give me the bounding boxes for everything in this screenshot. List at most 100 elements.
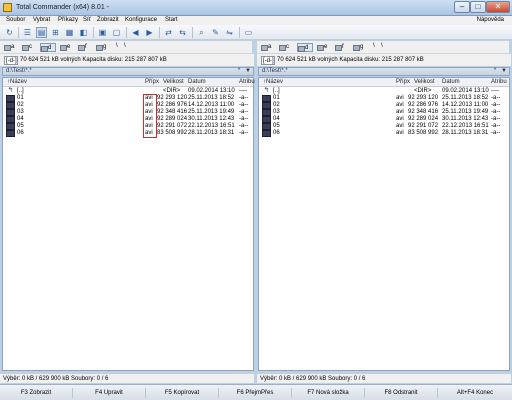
menu-help[interactable]: Nápověda [477,17,504,23]
table-row[interactable]: 03 avi 92 348 416 25.11.2013 19:49 -a-- [259,109,509,116]
root-button-left[interactable]: \ [116,43,118,49]
table-row[interactable]: 01 avi 92 293 120 25.11.2013 18:52 -a-- [259,95,509,102]
function-key-bar: F3 Zobrazit F4 Upravit F5 Kopírovat F6 P… [0,384,512,400]
drive-c-right[interactable]: c [279,43,289,52]
video-file-icon [6,102,15,109]
left-history-star[interactable]: * [235,68,243,74]
back-icon[interactable]: ◀ [130,27,141,38]
col-date[interactable]: Datum [188,79,206,85]
right-path-bar[interactable]: d:\Test\*.* * ▼ [258,67,510,76]
invert-icon[interactable]: ◧ [78,27,89,38]
alt-f4-exit-button[interactable]: Alt+F4 Konec [438,388,512,398]
drive-g-left[interactable]: g [96,43,106,52]
view-tree-icon[interactable]: ⊞ [50,27,61,38]
drive-e-left[interactable]: e [60,43,70,52]
close-button[interactable]: ✕ [486,1,510,13]
menu-prikazy[interactable]: Příkazy [58,17,78,23]
right-history-arrow[interactable]: ▼ [500,68,508,74]
table-row[interactable]: 04 avi 92 289 024 30.11.2013 12:43 -a-- [3,116,253,123]
sync-icon[interactable]: ⇋ [224,27,235,38]
table-row[interactable]: ↰ [..] <DIR> 09.02.2014 13:10 ---- [3,87,253,95]
right-free-space-bar: [-d-] 70 624 521 kB volných Kapacita dis… [257,53,511,66]
video-file-icon [262,109,271,116]
col-size[interactable]: Velikost [414,79,435,85]
notepad-icon[interactable]: ▭ [243,27,254,38]
col-size[interactable]: Velikost [163,79,184,85]
refresh-icon[interactable]: ↻ [4,27,15,38]
menu-soubor[interactable]: Soubor [6,17,25,23]
drive-g-right[interactable]: g [353,43,363,52]
menu-vybrat[interactable]: Vybrat [33,17,50,23]
menu-start[interactable]: Start [165,17,178,23]
ftp-connect-icon[interactable]: ⇄ [163,27,174,38]
col-name[interactable]: ↑Název [7,79,27,85]
left-drive-bar: a c d e f g \ \ [0,41,252,53]
drive-c-left[interactable]: c [22,43,32,52]
minimize-button[interactable]: – [454,1,470,13]
table-row[interactable]: 02 avi 92 286 976 14.12.2013 11:00 -a-- [259,102,509,109]
left-drive-select[interactable]: [-d-] [4,56,18,65]
video-file-icon [262,130,271,137]
search-icon[interactable]: ⌕ [196,27,207,38]
table-row[interactable]: 05 avi 92 291 072 22.12.2013 16:51 -a-- [259,123,509,130]
right-column-header: ↑Název Přípx Velikost Datum Atribu [259,78,509,87]
table-row[interactable]: 04 avi 92 289 024 30.11.2013 12:43 -a-- [259,116,509,123]
app-icon [3,3,12,12]
left-path-bar[interactable]: d:\Test\*.* * ▼ [2,67,254,76]
col-attr[interactable]: Atribu [491,79,507,85]
right-status-bar: Výběr: 0 kB / 629 900 kB Soubory: 0 / 6 [257,373,511,383]
col-attr[interactable]: Atribu [239,79,255,85]
drive-e-right[interactable]: e [317,43,327,52]
right-history-star[interactable]: * [491,68,499,74]
drive-f-right[interactable]: f [335,43,344,52]
drive-a-right[interactable]: a [261,43,271,52]
view-full-icon[interactable]: ▤ [36,27,47,38]
table-row[interactable]: 01 avi 92 293 120 25.11.2013 18:52 -a-- [3,95,253,102]
col-ext[interactable]: Přípx [145,79,159,85]
f5-copy-button[interactable]: F5 Kopírovat [146,388,219,398]
f4-edit-button[interactable]: F4 Upravit [73,388,146,398]
extension-highlight-box [143,94,157,138]
menu-konfigurace[interactable]: Konfigurace [125,17,157,23]
f3-view-button[interactable]: F3 Zobrazit [0,388,73,398]
table-row[interactable]: 03 avi 92 348 416 25.11.2013 19:49 -a-- [3,109,253,116]
col-date[interactable]: Datum [442,79,460,85]
left-history-arrow[interactable]: ▼ [244,68,252,74]
window-title: Total Commander (x64) 8.01 - [16,4,109,11]
maximize-button[interactable]: □ [470,1,486,13]
drive-d-right[interactable]: d [297,43,313,52]
right-file-panel[interactable]: ↑Název Přípx Velikost Datum Atribu ↰ [..… [258,77,510,371]
drive-f-left[interactable]: f [78,43,87,52]
left-path: d:\Test\*.* [6,68,32,74]
view-brief-icon[interactable]: ☰ [22,27,33,38]
table-row[interactable]: 02 avi 92 286 976 14.12.2013 11:00 -a-- [3,102,253,109]
col-name[interactable]: ↑Název [263,79,283,85]
right-drive-bar: a c d e f g \ \ [257,41,509,53]
archive-unpack-icon[interactable]: ▢ [111,27,122,38]
up-button-left[interactable]: \ [124,43,126,49]
right-drive-select[interactable]: [-d-] [261,56,275,65]
up-button-right[interactable]: \ [381,43,383,49]
left-file-panel[interactable]: ↑Název Přípx Velikost Datum Atribu ↰ [..… [2,77,255,371]
table-row[interactable]: 06 avi 83 508 992 28.11.2013 18:31 -a-- [3,130,253,137]
forward-icon[interactable]: ▶ [144,27,155,38]
f6-move-button[interactable]: F6 PřejmPřes [219,388,292,398]
table-row[interactable]: ↰ [..] <DIR> 09.02.2014 13:10 ---- [259,87,509,95]
ftp-disconnect-icon[interactable]: ⇆ [177,27,188,38]
right-path: d:\Test\*.* [262,68,288,74]
f7-new-folder-button[interactable]: F7 Nová složka [292,388,365,398]
menu-zobrazit[interactable]: Zobrazit [97,17,119,23]
root-button-right[interactable]: \ [373,43,375,49]
menu-sit[interactable]: Síť [83,17,91,23]
table-row[interactable]: 05 avi 92 291 072 22.12.2013 16:51 -a-- [3,123,253,130]
table-row[interactable]: 06 avi 83 508 992 28.11.2013 18:31 -a-- [259,130,509,137]
view-thumbs-icon[interactable]: ▦ [64,27,75,38]
archive-pack-icon[interactable]: ▣ [97,27,108,38]
rename-icon[interactable]: ✎ [210,27,221,38]
video-file-icon [6,123,15,130]
toolbar: ↻ ☰ ▤ ⊞ ▦ ◧ ▣ ▢ ◀ ▶ ⇄ ⇆ ⌕ ✎ ⇋ ▭ [0,25,512,40]
drive-d-left[interactable]: d [40,43,56,52]
f8-delete-button[interactable]: F8 Odstranit [365,388,438,398]
col-ext[interactable]: Přípx [396,79,410,85]
drive-a-left[interactable]: a [4,43,14,52]
